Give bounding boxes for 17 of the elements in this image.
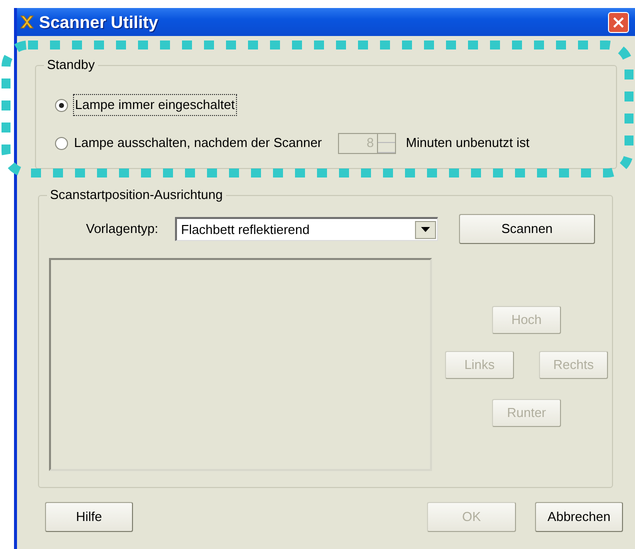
field-label: Vorlagentyp:: [86, 220, 160, 238]
radio-button[interactable]: [55, 136, 68, 150]
scan-button[interactable]: Scannen: [459, 214, 595, 244]
close-icon: [613, 16, 624, 28]
window-title: Scanner Utility: [39, 14, 158, 30]
group-label: Scanstartposition-Ausrichtung: [47, 187, 226, 203]
document-type-dropdown[interactable]: Flachbett reflektierend: [175, 217, 438, 241]
caret-icon: [421, 227, 430, 232]
app-icon: [19, 14, 35, 30]
minutes-suffix: Minuten unbenutzt ist: [406, 134, 530, 152]
cancel-button[interactable]: Abbrechen: [535, 502, 623, 532]
option-label: Lampe immer eingeschaltet: [74, 95, 236, 115]
radio-button[interactable]: [55, 98, 68, 112]
help-button[interactable]: Hilfe: [45, 502, 133, 532]
group-label: Standby: [44, 57, 98, 73]
close-button[interactable]: [608, 12, 629, 32]
option-label: Lampe ausschalten, nachdem der Scanner: [74, 134, 322, 152]
